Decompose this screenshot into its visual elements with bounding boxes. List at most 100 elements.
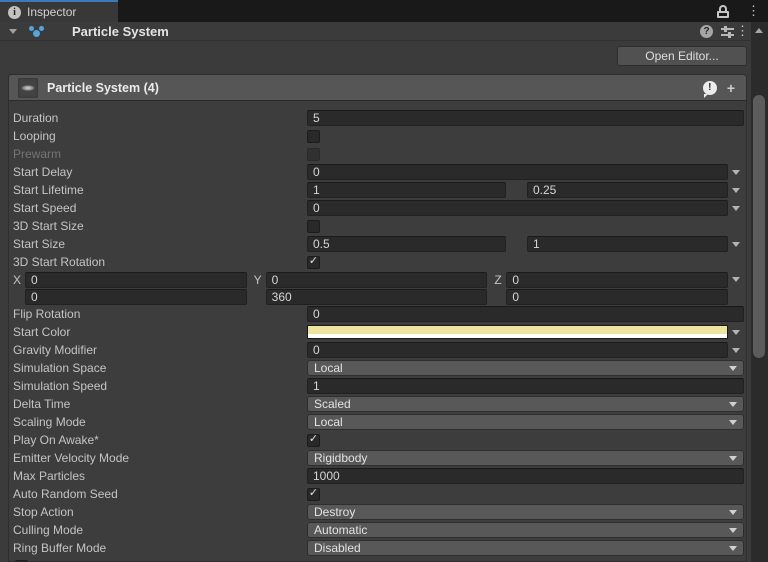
start-lifetime-min-field[interactable]: 1 [307,182,506,198]
property-row-3d-start-rotation: 3D Start Rotation ✓ [9,253,746,271]
prewarm-checkbox: ✓ [307,147,320,161]
vertical-scrollbar[interactable] [751,22,768,562]
tab-inspector[interactable]: i Inspector [0,0,118,22]
start-delay-field[interactable]: 0 [307,164,728,180]
start-color-swatch[interactable] [307,325,728,339]
module-body: Duration 5 Looping ✓ Prewarm ✓ Start Del… [9,101,746,562]
start-size-min-field[interactable]: 0.5 [307,236,506,252]
delta-time-label: Delta Time [13,397,71,411]
3d-start-size-label: 3D Start Size [13,219,84,233]
chevron-down-icon [729,509,737,515]
axis-y-label: Y [253,272,262,287]
max-particles-field[interactable]: 1000 [307,468,744,484]
start-delay-mode-arrow[interactable] [728,164,744,180]
property-row-emitter-velocity-mode: Emitter Velocity Mode Rigidbody [9,449,746,467]
3d-start-rotation-checkbox[interactable]: ✓ [307,255,320,269]
tab-bar: i Inspector ⋮ [0,0,768,22]
property-row-stop-action: Stop Action Destroy [9,503,746,521]
panel-menu-icon[interactable]: ⋮ [747,4,760,17]
3d-start-size-checkbox[interactable]: ✓ [307,219,320,233]
looping-checkbox[interactable]: ✓ [307,129,320,143]
rotation-y-min-field[interactable]: 0 [265,271,488,288]
property-row-ring-buffer-mode: Ring Buffer Mode Disabled [9,539,746,557]
start-lifetime-max-field[interactable]: 0.25 [527,182,728,198]
property-row-flip-rotation: Flip Rotation 0 [9,305,746,323]
lock-icon[interactable] [717,5,729,18]
start-speed-label: Start Speed [13,201,77,215]
resimulate-warning-icon[interactable]: ! [702,80,717,98]
chevron-down-icon [729,545,737,551]
ring-buffer-mode-dropdown[interactable]: Disabled [307,540,744,556]
next-module-partial [9,557,746,562]
property-row-start-size: Start Size 0.5 1 [9,235,746,253]
start-rotation-row-2: X 0 Y 360 Z 0 [9,288,746,305]
simulation-speed-field[interactable]: 1 [307,378,744,394]
open-editor-button[interactable]: Open Editor... [617,46,747,66]
component-menu-icon[interactable]: ⋮ [736,24,749,37]
property-row-start-lifetime: Start Lifetime 1 0.25 [9,181,746,199]
scaling-mode-label: Scaling Mode [13,415,86,429]
start-speed-mode-arrow[interactable] [728,200,744,216]
gravity-modifier-mode-arrow[interactable] [728,342,744,358]
start-speed-field[interactable]: 0 [307,200,728,216]
scrollbar-thumb[interactable] [753,95,765,358]
play-on-awake-checkbox[interactable]: ✓ [307,433,320,447]
duration-field[interactable]: 5 [307,110,744,126]
simulation-space-dropdown[interactable]: Local [307,360,744,376]
flip-rotation-field[interactable]: 0 [307,306,744,322]
max-particles-label: Max Particles [13,469,86,483]
auto-random-seed-checkbox[interactable]: ✓ [307,487,320,501]
play-on-awake-label: Play On Awake* [13,433,99,447]
module-title: Particle System (4) [47,80,159,95]
start-rotation-mode-arrow[interactable] [728,272,744,288]
module-header[interactable]: Particle System (4) ! + [9,75,746,101]
gravity-modifier-field[interactable]: 0 [307,342,728,358]
chevron-down-icon [729,401,737,407]
preset-icon[interactable] [721,26,734,38]
color-alpha-bar [308,334,727,338]
axis-z-label: Z [494,272,502,287]
culling-mode-dropdown[interactable]: Automatic [307,522,744,538]
delta-time-dropdown[interactable]: Scaled [307,396,744,412]
rotation-z-max-field[interactable]: 0 [506,288,729,305]
emitter-velocity-mode-dropdown[interactable]: Rigidbody [307,450,744,466]
flip-rotation-label: Flip Rotation [13,307,81,321]
particle-system-icon [28,24,44,38]
material-preview-icon [18,77,38,98]
chevron-down-icon [729,455,737,461]
property-row-gravity-modifier: Gravity Modifier 0 [9,341,746,359]
rotation-x-min-field[interactable]: 0 [25,271,247,288]
scroll-up-icon[interactable] [755,28,763,33]
help-icon[interactable]: ? [700,25,713,38]
start-size-max-field[interactable]: 1 [527,236,728,252]
particle-system-module: Particle System (4) ! + Duration 5 Loopi… [8,74,747,562]
stop-action-dropdown[interactable]: Destroy [307,504,744,520]
gravity-modifier-label: Gravity Modifier [13,343,98,357]
property-row-delta-time: Delta Time Scaled [9,395,746,413]
emitter-velocity-mode-label: Emitter Velocity Mode [13,451,130,465]
rotation-x-max-field[interactable]: 0 [25,288,247,305]
component-title: Particle System [72,23,169,39]
rotation-y-max-field[interactable]: 360 [265,288,488,305]
start-size-label: Start Size [13,237,66,251]
property-row-start-delay: Start Delay 0 [9,163,746,181]
prewarm-label: Prewarm [13,147,62,161]
chevron-down-icon [729,365,737,371]
foldout-arrow-icon[interactable] [9,28,17,34]
rotation-z-min-field[interactable]: 0 [506,271,729,288]
simulation-space-label: Simulation Space [13,361,107,375]
property-row-start-speed: Start Speed 0 [9,199,746,217]
start-color-mode-arrow[interactable] [728,324,744,340]
stop-action-label: Stop Action [13,505,74,519]
scaling-mode-dropdown[interactable]: Local [307,414,744,430]
property-row-simulation-speed: Simulation Speed 1 [9,377,746,395]
auto-random-seed-label: Auto Random Seed [13,487,118,501]
start-lifetime-mode-arrow[interactable] [728,182,744,198]
property-row-3d-start-size: 3D Start Size ✓ [9,217,746,235]
property-row-scaling-mode: Scaling Mode Local [9,413,746,431]
property-row-looping: Looping ✓ [9,127,746,145]
add-module-icon[interactable]: + [727,80,735,96]
start-size-mode-arrow[interactable] [728,236,744,252]
property-row-culling-mode: Culling Mode Automatic [9,521,746,539]
chevron-down-icon [729,419,737,425]
